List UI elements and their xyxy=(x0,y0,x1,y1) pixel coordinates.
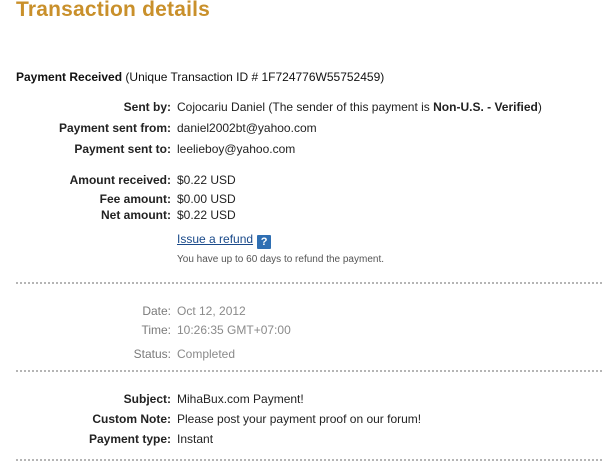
custom-note-label: Custom Note: xyxy=(92,412,171,426)
date-label: Date: xyxy=(142,304,171,318)
subject-value: MihaBux.com Payment! xyxy=(177,392,304,406)
payment-type-value: Instant xyxy=(177,432,214,446)
sent-to-label: Payment sent to: xyxy=(74,142,171,156)
subject-row: Subject: MihaBux.com Payment! xyxy=(0,391,604,407)
section-divider xyxy=(16,459,602,461)
date-row: Date: Oct 12, 2012 xyxy=(0,303,604,319)
status-row: Status: Completed xyxy=(0,346,604,362)
sent-by-label: Sent by: xyxy=(123,100,171,114)
page-title: Transaction details xyxy=(16,0,211,21)
net-amount-label: Net amount: xyxy=(101,208,171,222)
net-amount-value: $0.22 USD xyxy=(177,208,236,222)
custom-note-value: Please post your payment proof on our fo… xyxy=(177,412,422,426)
sender-note-suffix: ) xyxy=(537,100,542,114)
sent-from-label: Payment sent from: xyxy=(58,121,171,135)
amount-received-row: Amount received: $0.22 USD xyxy=(0,172,604,188)
time-row: Time: 10:26:35 GMT+07:00 xyxy=(0,322,604,338)
sender-verification-status: Non-U.S. - Verified xyxy=(433,100,538,114)
refund-action: Issue a refund? xyxy=(177,231,272,249)
sender-name: Cojocariu Daniel xyxy=(177,100,266,114)
time-label: Time: xyxy=(141,323,171,337)
sender-note-prefix: (The sender of this payment is xyxy=(268,100,434,114)
status-label: Status: xyxy=(133,347,171,361)
time-value: 10:26:35 GMT+07:00 xyxy=(177,323,291,337)
amount-received-label: Amount received: xyxy=(69,173,171,187)
sent-to-row: Payment sent to: leelieboy@yahoo.com xyxy=(0,141,604,157)
date-value: Oct 12, 2012 xyxy=(177,304,246,318)
payment-status-label: Payment Received xyxy=(16,70,123,84)
sent-by-value: Cojocariu Daniel (The sender of this pay… xyxy=(177,99,542,115)
amount-received-value: $0.22 USD xyxy=(177,173,236,187)
subject-label: Subject: xyxy=(123,392,171,406)
status-value: Completed xyxy=(177,347,236,361)
section-divider xyxy=(16,282,602,284)
custom-note-row: Custom Note: Please post your payment pr… xyxy=(0,411,604,427)
payment-type-label: Payment type: xyxy=(88,432,171,446)
sent-by-row: Sent by: Cojocariu Daniel (The sender of… xyxy=(0,99,604,115)
section-divider xyxy=(16,370,602,372)
fee-amount-label: Fee amount: xyxy=(99,192,171,206)
help-icon[interactable]: ? xyxy=(257,235,272,249)
fee-amount-row: Fee amount: $0.00 USD xyxy=(0,191,604,207)
sent-from-row: Payment sent from: daniel2002bt@yahoo.co… xyxy=(0,120,604,136)
payment-status-line: Payment Received (Unique Transaction ID … xyxy=(16,70,384,84)
sent-to-email: leelieboy@yahoo.com xyxy=(177,142,296,156)
fee-amount-value: $0.00 USD xyxy=(177,192,236,206)
sent-from-email: daniel2002bt@yahoo.com xyxy=(177,121,317,135)
payment-type-row: Payment type: Instant xyxy=(0,431,604,447)
transaction-id: (Unique Transaction ID # 1F724776W557524… xyxy=(125,70,385,84)
refund-note: You have up to 60 days to refund the pay… xyxy=(177,254,385,265)
issue-refund-link[interactable]: Issue a refund xyxy=(177,232,253,246)
net-amount-row: Net amount: $0.22 USD xyxy=(0,207,604,223)
